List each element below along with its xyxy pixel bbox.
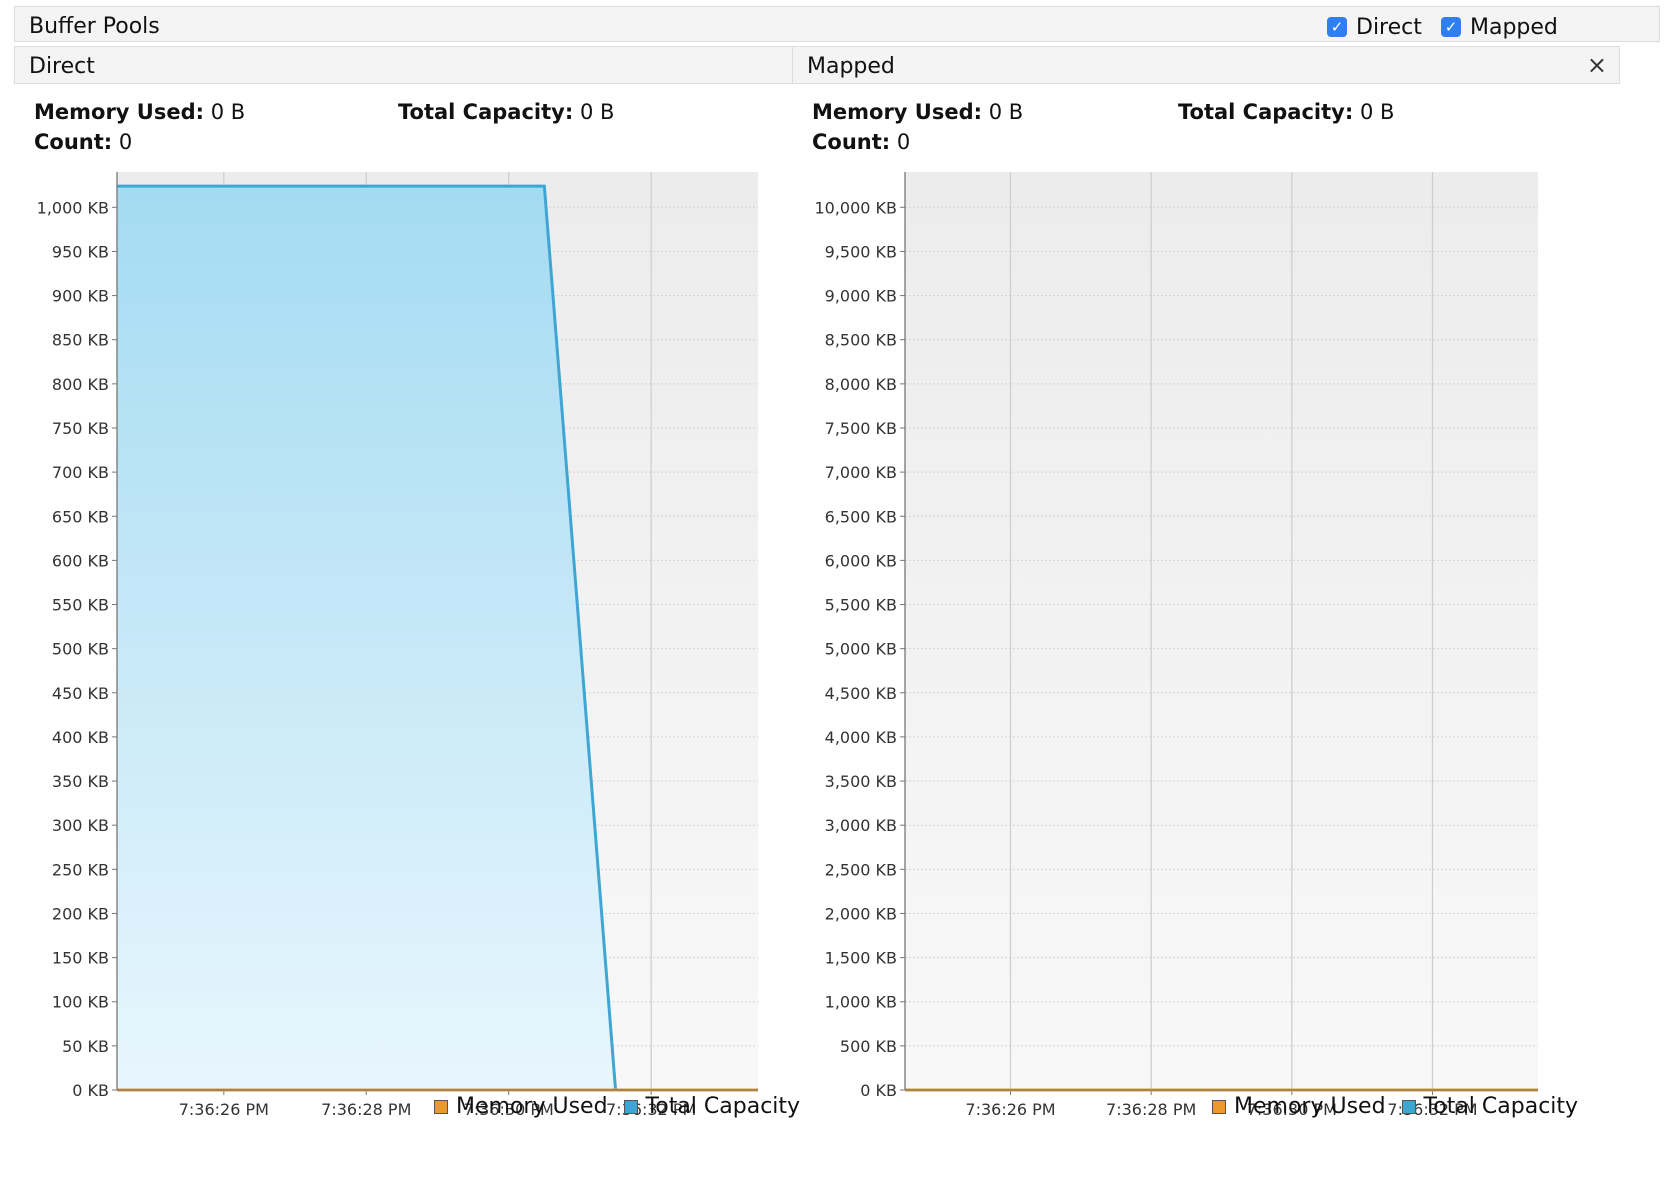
y-tick-label: 1,000 KB <box>825 993 897 1012</box>
total-capacity-stat: Total Capacity: 0 B <box>398 100 614 124</box>
y-tick-label: 10,000 KB <box>814 198 897 217</box>
mapped-panel-header: Mapped × <box>792 46 1620 84</box>
legend-total-capacity: Total Capacity <box>623 1094 801 1119</box>
y-tick-label: 700 KB <box>52 463 109 482</box>
y-tick-label: 750 KB <box>52 419 109 438</box>
legend-total-capacity: Total Capacity <box>1401 1094 1579 1119</box>
y-tick-label: 8,500 KB <box>825 331 897 350</box>
y-tick-label: 550 KB <box>52 596 109 615</box>
y-tick-label: 1,500 KB <box>825 949 897 968</box>
legend-swatch <box>434 1099 448 1114</box>
buffer-pools-header: Buffer Pools ✓ Direct ✓ Mapped <box>14 6 1660 42</box>
direct-checkbox-label: Direct <box>1356 14 1422 40</box>
mapped-checkbox-label: Mapped <box>1470 14 1558 40</box>
y-tick-label: 6,000 KB <box>825 551 897 570</box>
y-tick-label: 0 KB <box>860 1081 897 1100</box>
y-tick-label: 8,000 KB <box>825 375 897 394</box>
total-capacity-label: Total Capacity: <box>398 100 574 124</box>
legend-swatch <box>623 1099 638 1114</box>
plot-background <box>905 172 1538 1090</box>
memory-used-value: 0 B <box>988 100 1024 124</box>
checkmark-icon: ✓ <box>1441 17 1461 37</box>
y-tick-label: 250 KB <box>52 860 109 879</box>
mapped-chart: 0 KB 500 KB 1,000 KB 1,500 KB 2,000 KB 2,500 … <box>814 172 1538 1119</box>
y-tick-label: 7,000 KB <box>825 463 897 482</box>
x-tick-label: 7:36:28 PM <box>1106 1100 1196 1119</box>
legend-swatch <box>1401 1099 1416 1114</box>
total-capacity-value: 0 B <box>1359 100 1395 124</box>
total-capacity-value: 0 B <box>579 100 615 124</box>
y-tick-label: 350 KB <box>52 772 109 791</box>
x-tick-label: 7:36:28 PM <box>321 1100 411 1119</box>
legend-label: Memory Used <box>1234 1094 1386 1119</box>
y-tick-label: 0 KB <box>72 1081 109 1100</box>
count-stat: Count: 0 <box>34 130 132 154</box>
y-tick-label: 200 KB <box>52 904 109 923</box>
memory-used-stat: Memory Used: 0 B <box>34 100 245 124</box>
y-tick-label: 4,000 KB <box>825 728 897 747</box>
direct-panel-header: Direct × <box>14 46 842 84</box>
y-tick-label: 500 KB <box>840 1037 897 1056</box>
y-tick-label: 900 KB <box>52 287 109 306</box>
mapped-panel: Mapped × Memory Used: 0 B Total Capacity… <box>792 46 1620 1184</box>
x-tick-label: 7:36:26 PM <box>179 1100 269 1119</box>
direct-checkbox[interactable]: ✓ Direct <box>1327 14 1422 40</box>
direct-legend: Memory Used Total Capacity <box>434 1094 816 1119</box>
checkmark-icon: ✓ <box>1327 17 1347 37</box>
direct-panel: Direct × Memory Used: 0 B Total Capacity… <box>14 46 842 1184</box>
direct-chart: 0 KB 50 KB 100 KB 150 KB 200 KB 250 KB 300 KB 3… <box>37 172 758 1119</box>
y-tick-label: 2,000 KB <box>825 904 897 923</box>
y-tick-label: 3,500 KB <box>825 772 897 791</box>
y-tick-label: 2,500 KB <box>825 860 897 879</box>
memory-used-stat: Memory Used: 0 B <box>812 100 1023 124</box>
y-tick-label: 1,000 KB <box>37 198 109 217</box>
panel-title: Direct <box>29 54 95 79</box>
mapped-checkbox[interactable]: ✓ Mapped <box>1441 14 1558 40</box>
count-value: 0 <box>896 130 911 154</box>
y-tick-label: 3,000 KB <box>825 816 897 835</box>
y-tick-label: 500 KB <box>52 640 109 659</box>
y-tick-label: 50 KB <box>62 1037 109 1056</box>
y-tick-label: 950 KB <box>52 242 109 261</box>
y-tick-label: 7,500 KB <box>825 419 897 438</box>
y-tick-label: 6,500 KB <box>825 507 897 526</box>
y-tick-label: 5,000 KB <box>825 640 897 659</box>
x-tick-label: 7:36:26 PM <box>965 1100 1055 1119</box>
total-capacity-label: Total Capacity: <box>1178 100 1354 124</box>
legend-label: Total Capacity <box>645 1094 801 1119</box>
y-tick-label: 650 KB <box>52 507 109 526</box>
y-tick-label: 450 KB <box>52 684 109 703</box>
y-tick-label: 800 KB <box>52 375 109 394</box>
panel-title: Mapped <box>807 54 895 79</box>
count-label: Count: <box>34 130 113 154</box>
count-stat: Count: 0 <box>812 130 910 154</box>
y-tick-label: 300 KB <box>52 816 109 835</box>
legend-label: Total Capacity <box>1423 1094 1579 1119</box>
close-icon[interactable]: × <box>1587 51 1607 79</box>
y-tick-label: 600 KB <box>52 551 109 570</box>
memory-used-value: 0 B <box>210 100 246 124</box>
count-value: 0 <box>118 130 133 154</box>
y-tick-label: 4,500 KB <box>825 684 897 703</box>
legend-label: Memory Used <box>456 1094 608 1119</box>
y-tick-label: 9,500 KB <box>825 242 897 261</box>
count-label: Count: <box>812 130 891 154</box>
legend-swatch <box>1212 1099 1226 1114</box>
window-title: Buffer Pools <box>29 14 160 39</box>
legend-memory-used: Memory Used <box>1212 1094 1386 1119</box>
legend-memory-used: Memory Used <box>434 1094 608 1119</box>
memory-used-label: Memory Used: <box>34 100 205 124</box>
y-tick-label: 9,000 KB <box>825 287 897 306</box>
y-tick-label: 850 KB <box>52 331 109 350</box>
y-tick-label: 400 KB <box>52 728 109 747</box>
total-capacity-stat: Total Capacity: 0 B <box>1178 100 1394 124</box>
memory-used-label: Memory Used: <box>812 100 983 124</box>
mapped-legend: Memory Used Total Capacity <box>1212 1094 1594 1119</box>
y-tick-label: 100 KB <box>52 993 109 1012</box>
y-tick-label: 150 KB <box>52 949 109 968</box>
y-tick-label: 5,500 KB <box>825 596 897 615</box>
